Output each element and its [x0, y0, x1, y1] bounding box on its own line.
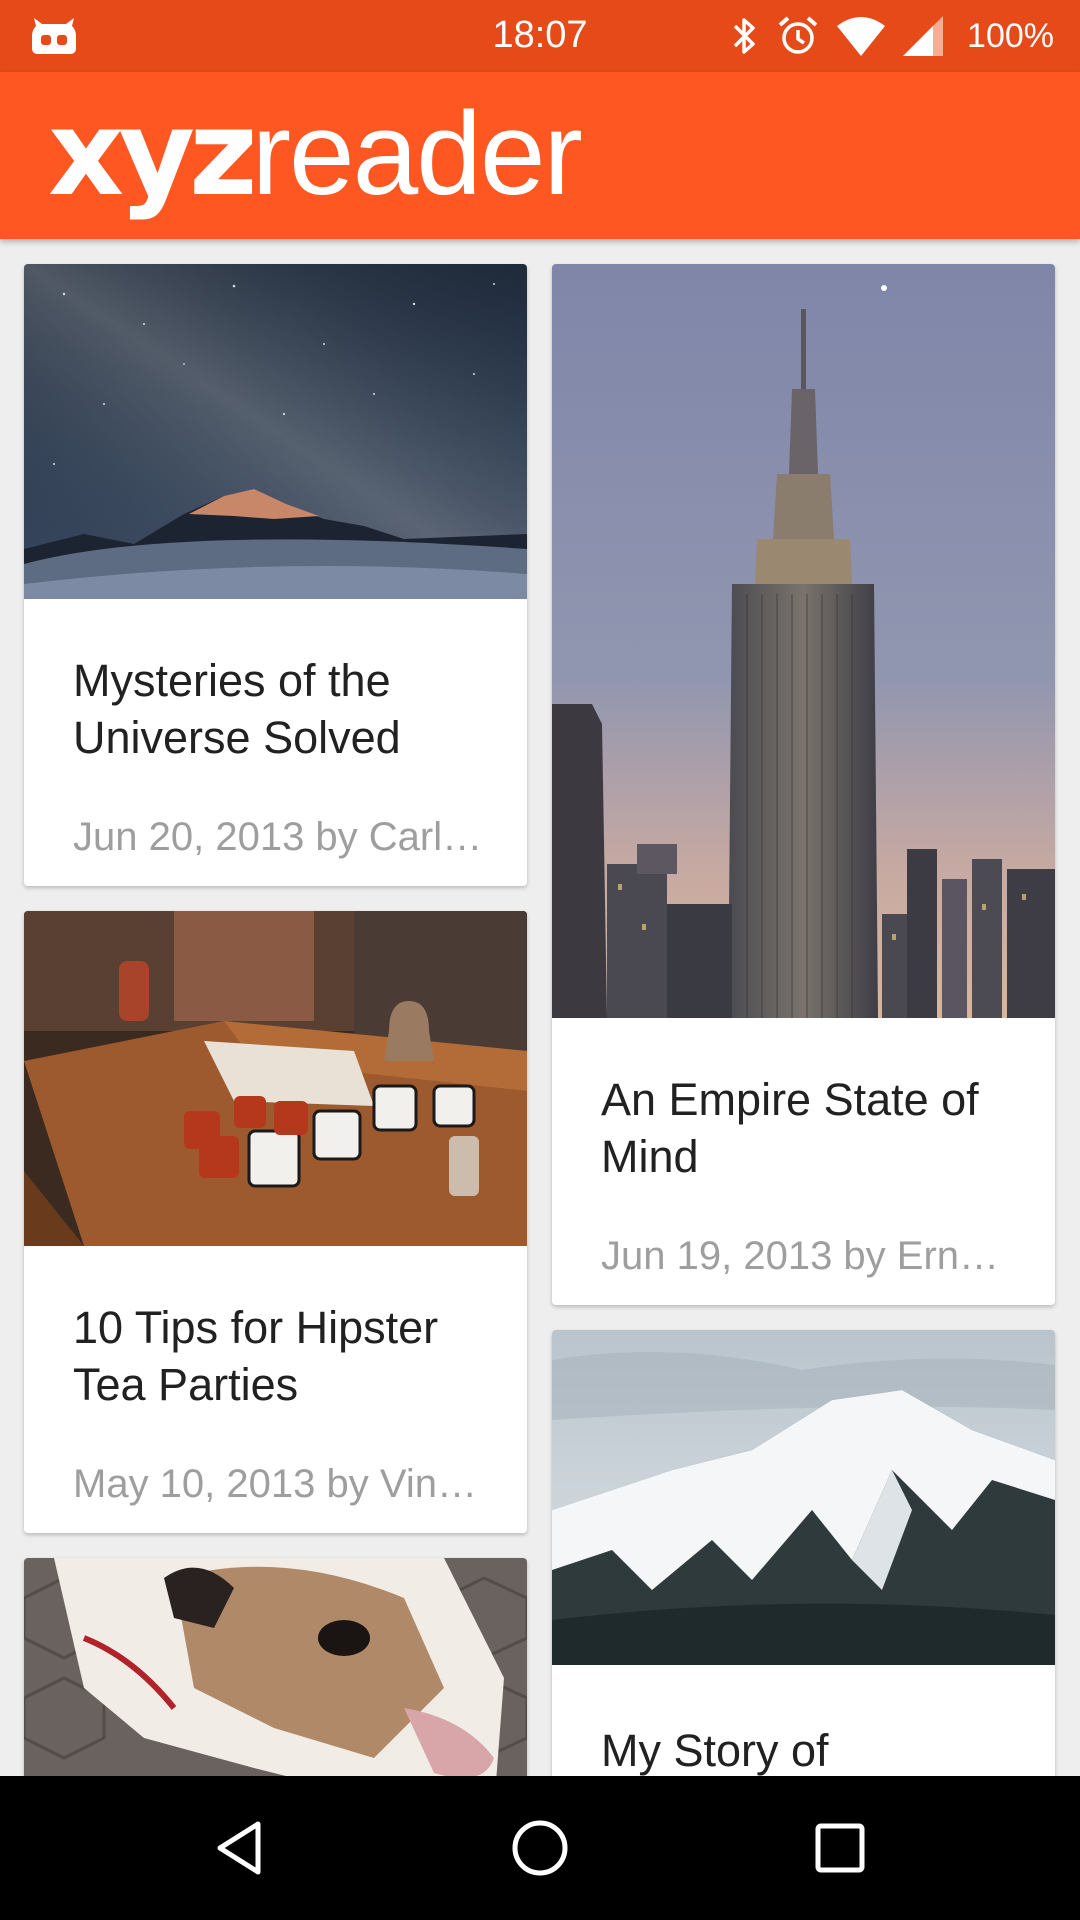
article-card[interactable]: [24, 1558, 527, 1776]
navigation-bar: [0, 1776, 1080, 1920]
article-card[interactable]: My Story of: [552, 1330, 1055, 1776]
logo-light: reader: [251, 88, 583, 220]
signal-icon: [903, 16, 944, 56]
article-image-tea-cups: [24, 911, 527, 1246]
article-meta: May 10, 2013 by Vin…: [73, 1462, 477, 1506]
article-title: My Story of: [601, 1725, 829, 1776]
article-meta: Jun 20, 2013 by Carl…: [73, 815, 483, 859]
article-card[interactable]: An Empire State of Mind Jun 19, 2013 by …: [552, 264, 1055, 1305]
logo-bold: xyz: [48, 84, 258, 222]
app-bar: xyzreader: [0, 72, 1080, 239]
alarm-icon: [778, 16, 818, 54]
battery-percent: 100%: [967, 16, 1054, 55]
article-title: An Empire State of Mind: [601, 1074, 979, 1182]
article-image-snowy-mountain: [552, 1330, 1055, 1665]
home-icon[interactable]: [504, 1812, 576, 1884]
article-card[interactable]: Mysteries of the Universe Solved Jun 20,…: [24, 264, 527, 886]
article-grid: Mysteries of the Universe Solved Jun 20,…: [0, 239, 1080, 1776]
article-card[interactable]: 10 Tips for Hipster Tea Parties May 10, …: [24, 911, 527, 1533]
article-image-night-sky: [24, 264, 527, 599]
article-image-empire-state: [552, 264, 1055, 1018]
article-meta: Jun 19, 2013 by Ern…: [601, 1234, 1000, 1278]
wifi-icon: [837, 17, 886, 56]
back-icon[interactable]: [204, 1812, 276, 1884]
article-title: 10 Tips for Hipster Tea Parties: [73, 1302, 439, 1410]
recents-icon[interactable]: [804, 1812, 876, 1884]
article-image-bulldog: [24, 1558, 527, 1776]
status-bar: 18:07 100%: [0, 0, 1080, 72]
app-logo: xyzreader: [48, 94, 583, 213]
article-title: Mysteries of the Universe Solved: [73, 655, 401, 763]
status-icons: 100%: [731, 12, 1054, 60]
bluetooth-icon: [733, 18, 755, 54]
